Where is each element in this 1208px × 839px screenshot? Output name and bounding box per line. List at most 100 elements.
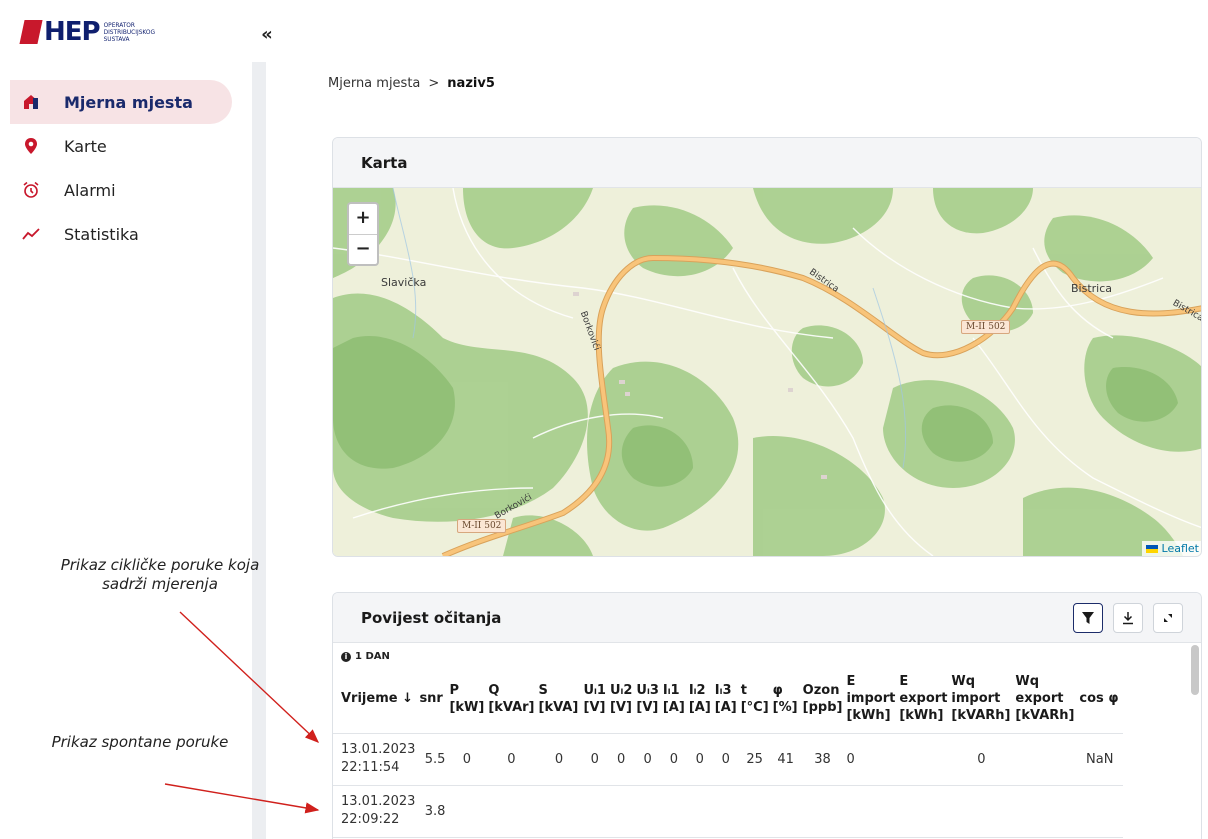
annotation-cyclic-message: Prikaz cikličke poruke koja sadrži mjere…	[60, 556, 260, 593]
history-card-header: Povijest očitanja	[333, 593, 1201, 643]
cell: 0	[846, 751, 855, 767]
sidebar-item-statistika[interactable]: Statistika	[10, 212, 232, 256]
cell: NaN	[1086, 751, 1114, 767]
cell-date: 13.01.2023	[341, 742, 416, 757]
annotation-spontaneous-message: Prikaz spontane poruke	[51, 733, 229, 751]
col-header-label: E	[899, 674, 909, 690]
cell: 25	[746, 751, 763, 767]
cell-empty	[447, 785, 1123, 837]
col-header-ul2[interactable]: Uₗ2 [V]	[608, 665, 634, 733]
col-header-label: Uₗ1	[583, 682, 606, 698]
download-button[interactable]	[1113, 602, 1143, 633]
map-card-title: Karta	[333, 138, 1201, 188]
cell: 0	[554, 751, 564, 767]
col-header-unit: [V]	[609, 699, 632, 715]
map-view[interactable]: Slavička Bistrica Bistrica Bistrica Bork…	[333, 188, 1201, 556]
history-toolbar	[1073, 602, 1183, 633]
col-header-e-export[interactable]: Eexport [kWh]	[897, 665, 949, 733]
expand-icon	[1164, 613, 1172, 622]
table-row[interactable]: 13.01.2023 22:11:54 5.5 0 0 0 0 0 0 0 0 0…	[333, 733, 1124, 785]
col-header-label: Iₗ2	[688, 682, 706, 698]
sidebar-item-label: Alarmi	[64, 180, 116, 200]
logo-subtitle: OPERATOR DISTRIBUCIJSKOG SUSTAVA	[103, 21, 155, 43]
col-header-il3[interactable]: Iₗ3 [A]	[713, 665, 739, 733]
range-tag-label: 1 DAN	[355, 651, 390, 662]
history-card-title: Povijest očitanja	[361, 608, 502, 627]
alarm-clock-icon	[20, 179, 42, 201]
col-header-il1[interactable]: Iₗ1 [A]	[661, 665, 687, 733]
range-tag[interactable]: i 1 DAN	[341, 651, 390, 662]
col-header-e-import[interactable]: Eimport [kWh]	[844, 665, 897, 733]
filter-button[interactable]	[1073, 602, 1103, 633]
sidebar-item-alarmi[interactable]: Alarmi	[10, 168, 232, 212]
breadcrumb: Mjerna mjesta > naziv5	[328, 76, 495, 91]
cell: 0	[462, 751, 472, 767]
col-header-label: cos φ	[1079, 691, 1119, 707]
col-header-label: Uₗ3	[636, 682, 659, 698]
col-header-wq-import[interactable]: Wq import [kVARh]	[949, 665, 1013, 733]
collapse-sidebar-button[interactable]: «	[256, 24, 278, 46]
col-header-vrijeme[interactable]: Vrijeme ↓	[333, 665, 417, 733]
zoom-in-button[interactable]: +	[349, 204, 377, 234]
sidebar-nav: Mjerna mjesta Karte Alarmi Statistika	[10, 80, 232, 256]
cell: 0	[507, 751, 516, 767]
col-header-phi[interactable]: φ [%]	[771, 665, 801, 733]
cell: 0	[977, 751, 986, 767]
logo-sub-line: SUSTAVA	[103, 34, 130, 43]
col-header-cos-phi[interactable]: cos φ	[1077, 665, 1123, 733]
col-header-sub: export	[1015, 691, 1064, 707]
history-card: Povijest očitanja i 1 DAN Vrijeme ↓ snr …	[332, 592, 1202, 839]
col-header-p[interactable]: P [kW]	[447, 665, 486, 733]
col-header-unit: [A]	[714, 699, 737, 715]
col-header-unit: [V]	[583, 699, 606, 715]
table-header-row: Vrijeme ↓ snr P [kW] Q [kVAr] S [kVA] Uₗ1 [V…	[333, 665, 1124, 733]
vertical-scrollbar[interactable]	[1191, 645, 1199, 695]
cell: 38	[814, 751, 831, 767]
col-header-s[interactable]: S [kVA]	[537, 665, 582, 733]
cell: 3.8	[424, 803, 446, 819]
cell: 0	[669, 751, 678, 767]
map-zoom-control: + −	[347, 202, 379, 266]
col-header-wq-export[interactable]: Wq export [kVARh]	[1013, 665, 1077, 733]
cell	[897, 733, 949, 785]
sidebar-rail	[252, 62, 266, 839]
col-header-ul3[interactable]: Uₗ3 [V]	[634, 665, 660, 733]
col-header-label: Wq	[951, 674, 976, 690]
attribution-link[interactable]: Leaflet	[1162, 542, 1199, 555]
cell: 0	[695, 751, 704, 767]
logo-brand: HEP	[44, 17, 101, 47]
sidebar-item-mjerna-mjesta[interactable]: Mjerna mjesta	[10, 80, 232, 124]
col-header-ul1[interactable]: Uₗ1 [V]	[582, 665, 608, 733]
cell-time: 13.01.2023 22:09:22	[333, 785, 417, 837]
col-header-label: Wq	[1015, 674, 1040, 690]
col-header-il2[interactable]: Iₗ2 [A]	[687, 665, 713, 733]
road-shield-m2-502: M-II 502	[961, 320, 1011, 334]
cell: 0	[643, 751, 652, 767]
table-row[interactable]: 13.01.2023 22:09:22 3.8	[333, 785, 1124, 837]
col-header-label: Ozon	[802, 682, 840, 698]
col-header-unit: [A]	[662, 699, 685, 715]
col-header-ozon[interactable]: Ozon [ppb]	[801, 665, 845, 733]
sidebar-item-karte[interactable]: Karte	[10, 124, 232, 168]
col-header-unit: [kVARh]	[951, 708, 1011, 724]
map-label-bistrica: Bistrica	[1071, 282, 1113, 295]
col-header-unit: [kVA]	[538, 699, 579, 715]
col-header-unit: [kW]	[449, 699, 485, 715]
breadcrumb-parent-link[interactable]: Mjerna mjesta	[328, 76, 420, 91]
col-header-label: snr	[419, 691, 443, 707]
col-header-sub: import	[846, 691, 896, 707]
col-header-label: P	[449, 682, 459, 698]
expand-button[interactable]	[1153, 602, 1183, 633]
cell-time: 13.01.2023 22:11:54	[333, 733, 417, 785]
col-header-q[interactable]: Q [kVAr]	[486, 665, 536, 733]
col-header-snr[interactable]: snr	[417, 665, 447, 733]
col-header-label: Uₗ2	[609, 682, 633, 698]
col-header-unit: [kWh]	[846, 708, 891, 724]
leaflet-attribution[interactable]: Leaflet	[1141, 541, 1201, 556]
history-table: Vrijeme ↓ snr P [kW] Q [kVAr] S [kVA] Uₗ1 [V…	[333, 665, 1124, 838]
map-card: Karta Slavička Bistrica Bistrica Bistric…	[332, 137, 1202, 557]
map-pin-icon	[20, 135, 42, 157]
col-header-t[interactable]: t [°C]	[739, 665, 771, 733]
filter-icon	[1082, 611, 1094, 624]
zoom-out-button[interactable]: −	[349, 234, 377, 264]
